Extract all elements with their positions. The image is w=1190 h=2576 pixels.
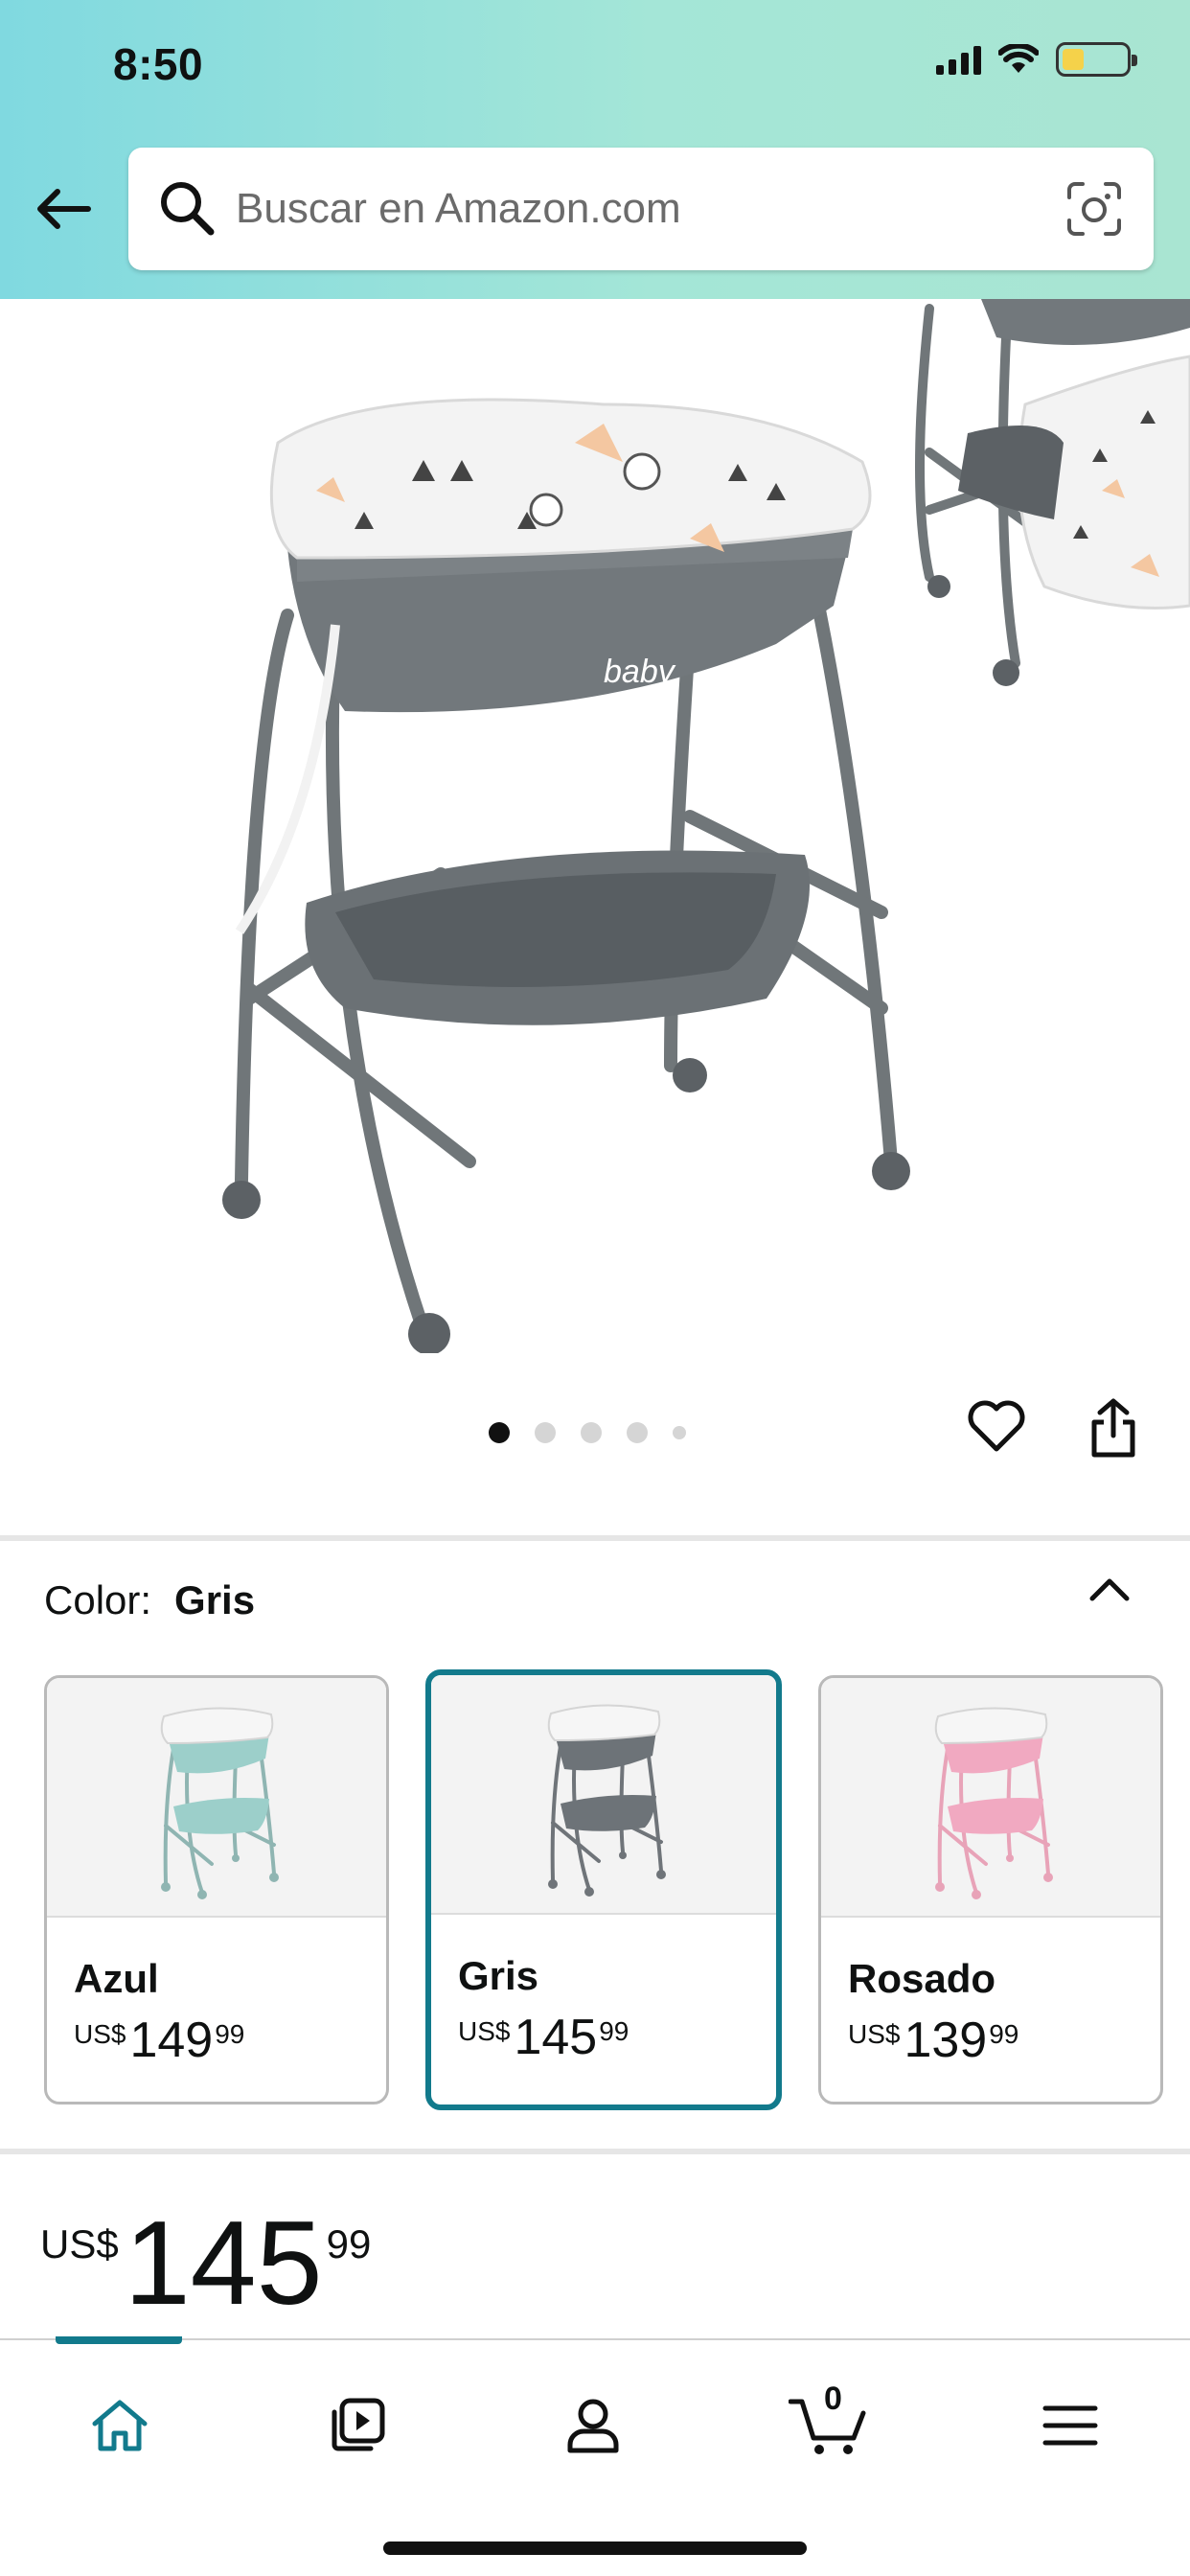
- app-header: 8:50: [0, 0, 1190, 299]
- pagination-dot[interactable]: [535, 1422, 556, 1443]
- camera-search-icon[interactable]: [1065, 180, 1123, 238]
- video-icon: [332, 2398, 385, 2451]
- bottom-navigation: 0: [0, 2336, 1190, 2576]
- product-image-changing-table-gray[interactable]: baby: [192, 337, 939, 1353]
- pagination-dot[interactable]: [581, 1422, 602, 1443]
- search-input[interactable]: [236, 171, 1021, 247]
- home-icon: [92, 2400, 148, 2451]
- price-fraction: 99: [989, 2019, 1019, 2049]
- color-option-gris[interactable]: Gris US$ 145 99: [425, 1669, 782, 2110]
- color-option-price: US$ 139 99: [848, 2015, 1018, 2065]
- share-icon[interactable]: [1087, 1397, 1140, 1459]
- account-icon: [567, 2399, 619, 2453]
- product-image-gallery[interactable]: baby: [0, 299, 1190, 1535]
- product-image-next-preview[interactable]: [901, 299, 1190, 702]
- color-option-name: Gris: [458, 1953, 539, 1998]
- selected-color-value: Gris: [174, 1577, 256, 1622]
- svg-text:baby: baby: [604, 654, 676, 690]
- wifi-icon: [998, 44, 1039, 73]
- color-option-price: US$ 145 99: [458, 2012, 629, 2062]
- color-option-name: Azul: [74, 1956, 159, 2001]
- section-divider: [0, 2149, 1190, 2154]
- price-whole: 145: [124, 2197, 323, 2330]
- color-option-name: Rosado: [848, 1956, 996, 2001]
- cart-count-badge: 0: [824, 2380, 842, 2417]
- nav-cart[interactable]: 0: [786, 2380, 872, 2469]
- price-whole: 149: [129, 2012, 214, 2068]
- search-bar[interactable]: [128, 148, 1154, 270]
- chevron-up-icon[interactable]: [1087, 1568, 1133, 1614]
- nav-home[interactable]: [77, 2382, 163, 2469]
- color-selector-header: Color: Gris: [44, 1577, 255, 1623]
- price-currency: US$: [74, 2019, 126, 2049]
- price-currency: US$: [848, 2019, 901, 2049]
- price-currency: US$: [40, 2221, 119, 2266]
- signal-icon: [936, 44, 981, 75]
- back-button[interactable]: [33, 178, 94, 240]
- color-option-thumbnail: [47, 1678, 386, 1918]
- pagination-dot-active[interactable]: [489, 1422, 510, 1443]
- price-whole: 145: [514, 2010, 598, 2065]
- price-whole: 139: [904, 2012, 988, 2068]
- color-option-azul[interactable]: Azul US$ 149 99: [44, 1675, 389, 2104]
- color-option-thumbnail: [821, 1678, 1160, 1918]
- heart-icon[interactable]: [966, 1397, 1027, 1455]
- color-option-thumbnail: [431, 1675, 776, 1915]
- battery-icon: [1056, 42, 1137, 77]
- status-time: 8:50: [113, 39, 204, 89]
- price-currency: US$: [458, 2016, 511, 2046]
- color-option-price: US$ 149 99: [74, 2015, 244, 2065]
- nav-menu[interactable]: [1027, 2382, 1113, 2469]
- back-arrow-icon: [37, 189, 91, 229]
- status-icons: [936, 42, 1137, 77]
- nav-account[interactable]: [550, 2382, 636, 2469]
- product-price: US$ 145 99: [40, 2204, 371, 2323]
- price-fraction: 99: [599, 2016, 629, 2046]
- pagination-dot[interactable]: [627, 1422, 648, 1443]
- price-fraction: 99: [326, 2221, 372, 2266]
- color-label: Color:: [44, 1577, 152, 1622]
- home-indicator: [383, 2542, 807, 2555]
- active-tab-indicator: [56, 2336, 182, 2344]
- color-option-rosado[interactable]: Rosado US$ 139 99: [818, 1675, 1163, 2104]
- price-fraction: 99: [215, 2019, 245, 2049]
- menu-icon: [1042, 2405, 1098, 2446]
- nav-video[interactable]: [314, 2382, 400, 2469]
- pagination-dot[interactable]: [673, 1426, 686, 1439]
- search-icon: [161, 182, 215, 236]
- section-divider: [0, 1535, 1190, 1541]
- image-pagination-dots: [489, 1422, 686, 1443]
